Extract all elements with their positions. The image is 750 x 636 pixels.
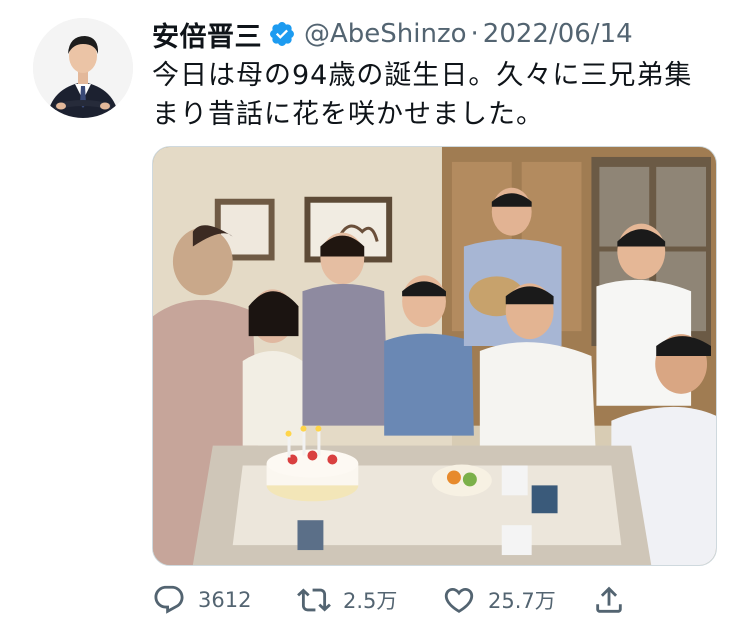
birthday-party-photo [153,147,716,565]
avatar[interactable] [33,18,133,118]
reply-button[interactable]: 3612 [152,580,251,620]
reply-icon [152,583,186,617]
tweet-photo[interactable] [152,146,717,566]
tweet-header: 安倍晋三 @AbeShinzo · 2022/06/14 [152,14,633,54]
tweet-text: 今日は母の94歳の誕生日。久々に三兄弟集 まり昔話に花を咲かせました。 [152,56,722,134]
retweet-button[interactable]: 2.5万 [297,580,397,620]
heart-icon [442,583,476,617]
reply-count: 3612 [198,588,252,612]
tweet-text-line-2: まり昔話に花を咲かせました。 [152,99,544,130]
user-handle[interactable]: @AbeShinzo [304,19,467,49]
retweet-count: 2.5万 [343,589,398,613]
like-button[interactable]: 25.7万 [442,580,556,620]
verified-badge-icon [268,20,296,48]
tweet-text-line-1: 今日は母の94歳の誕生日。久々に三兄弟集 [152,60,693,91]
tweet-date[interactable]: 2022/06/14 [483,19,633,49]
retweet-icon [297,583,331,617]
like-count: 25.7万 [488,589,556,613]
share-button[interactable] [592,580,626,620]
share-icon [592,583,626,617]
separator-dot: · [470,19,479,49]
tweet: 安倍晋三 @AbeShinzo · 2022/06/14 今日は母の94歳の誕生… [0,0,750,636]
display-name[interactable]: 安倍晋三 [152,15,262,54]
tweet-actions: 3612 2.5万 25.7万 [152,580,622,620]
avatar-photo [33,18,133,118]
